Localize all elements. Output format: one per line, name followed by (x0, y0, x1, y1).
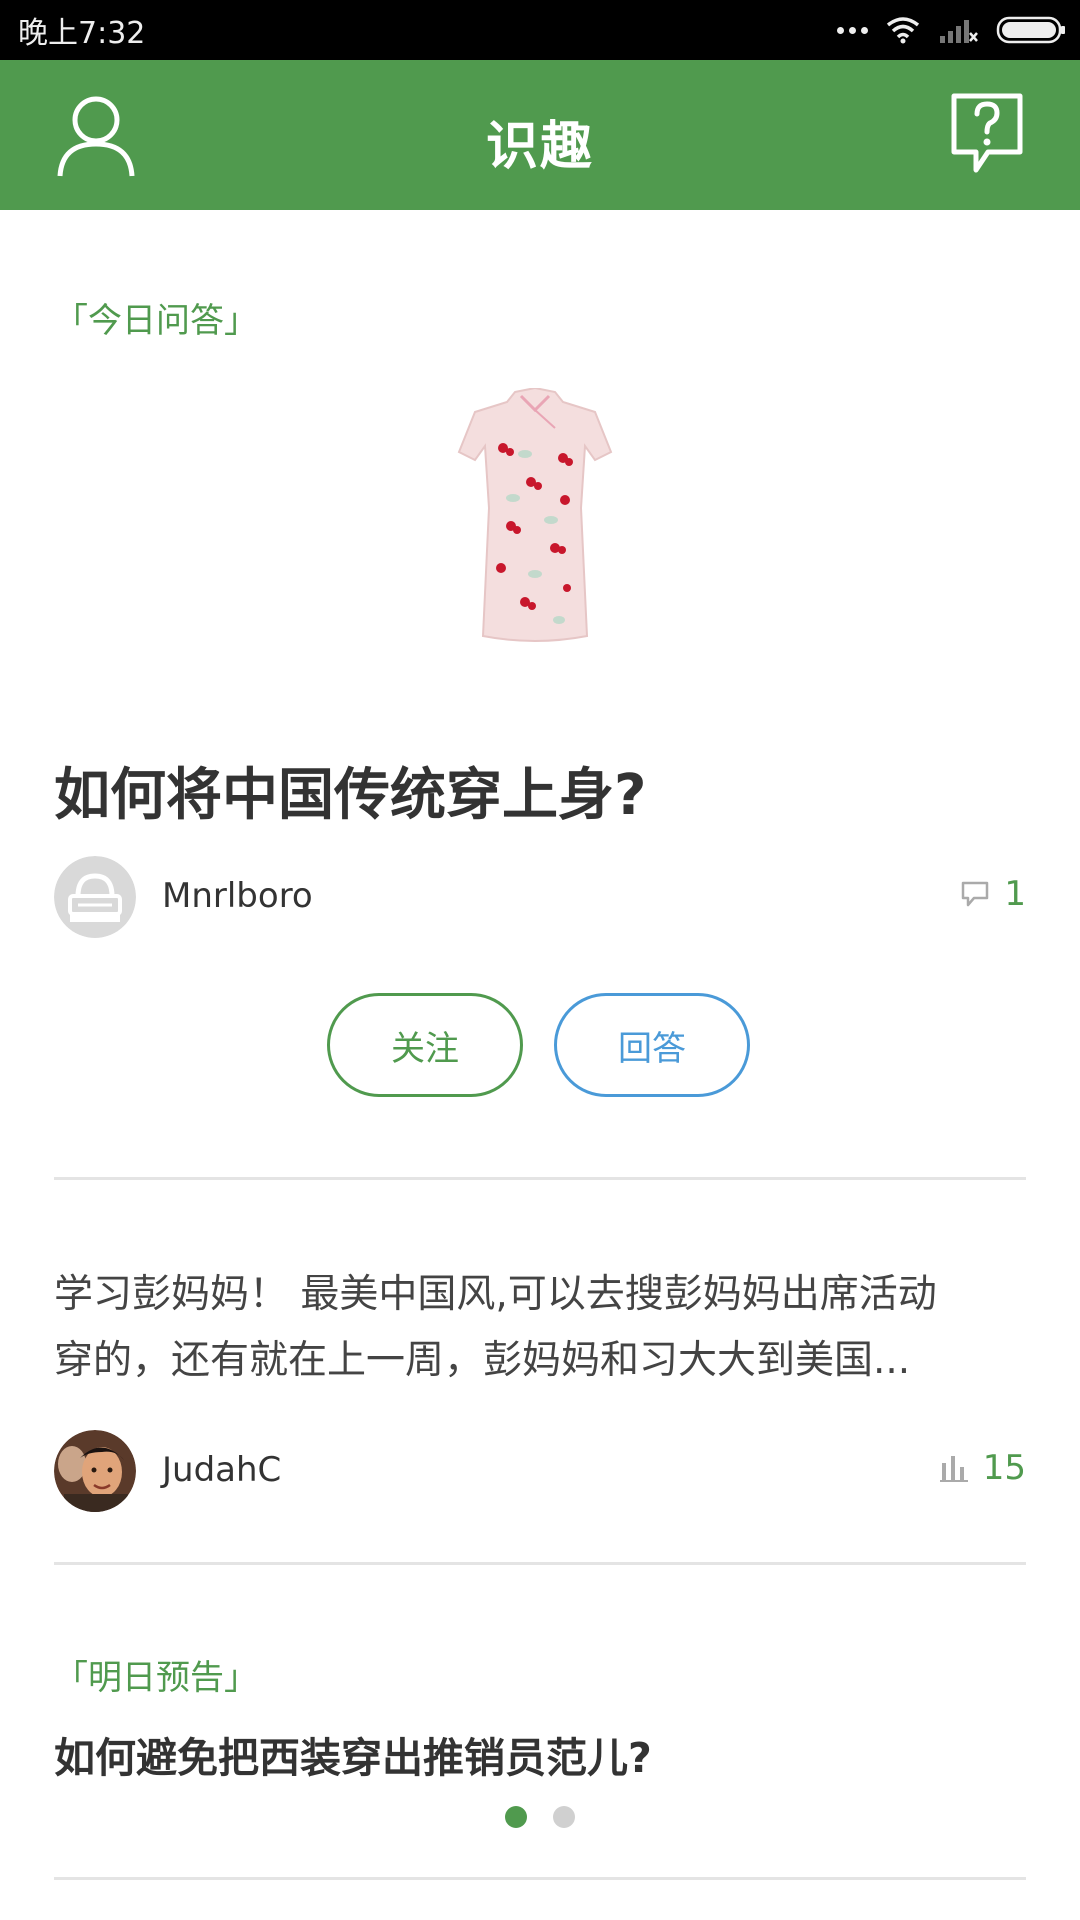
page-dot[interactable] (553, 1806, 575, 1828)
answer-button[interactable]: 回答 (554, 993, 750, 1097)
answer-excerpt-line: 穿的，还有就在上一周，彭妈妈和习大大到美国... (54, 1338, 911, 1383)
qipao-dress-image[interactable] (455, 388, 615, 648)
divider (54, 1877, 1026, 1880)
question-title[interactable]: 如何将中国传统穿上身? (54, 750, 646, 831)
vote-count-value: 15 (982, 1448, 1026, 1488)
tomorrow-section-label: 「明日预告」 (54, 1658, 258, 1698)
divider (54, 1562, 1026, 1565)
divider (54, 1177, 1026, 1180)
wifi-icon (886, 17, 920, 44)
status-bar: 晚上7:32 (0, 0, 1080, 60)
question-bubble-icon[interactable] (950, 92, 1024, 176)
status-time: 晚上7:32 (18, 16, 146, 51)
app-bar: 识趣 (0, 60, 1080, 210)
page-dot-active[interactable] (505, 1806, 527, 1828)
asker-name[interactable]: Mnrlboro (162, 876, 313, 916)
vote-count[interactable]: 15 (939, 1448, 1026, 1488)
asker-avatar[interactable] (54, 856, 136, 938)
answerer-name[interactable]: JudahC (162, 1450, 281, 1490)
bar-chart-icon (939, 1456, 968, 1482)
signal-icon (940, 20, 978, 43)
answer-excerpt-line: 学习彭妈妈！ 最美中国风,可以去搜彭妈妈出席活动 (54, 1272, 937, 1317)
tomorrow-question-title[interactable]: 如何避免把西装穿出推销员范儿? (54, 1724, 652, 1784)
answerer-avatar[interactable] (54, 1430, 136, 1512)
today-section-label: 「今日问答」 (54, 301, 258, 341)
answerer-row: JudahC 15 (54, 1430, 1026, 1512)
status-icons (837, 12, 1066, 48)
battery-icon (996, 16, 1065, 44)
comment-count-value: 1 (1004, 874, 1026, 914)
page-indicator (0, 1806, 1080, 1828)
answer-excerpt[interactable]: 学习彭妈妈！ 最美中国风,可以去搜彭妈妈出席活动 穿的，还有就在上一周，彭妈妈和… (54, 1262, 1026, 1394)
more-dots-icon (837, 26, 868, 34)
app-title: 识趣 (485, 117, 594, 177)
comment-count[interactable]: 1 (960, 874, 1026, 914)
asker-row: Mnrlboro 1 (54, 856, 1026, 938)
follow-button[interactable]: 关注 (327, 993, 523, 1097)
comment-icon (962, 881, 989, 907)
